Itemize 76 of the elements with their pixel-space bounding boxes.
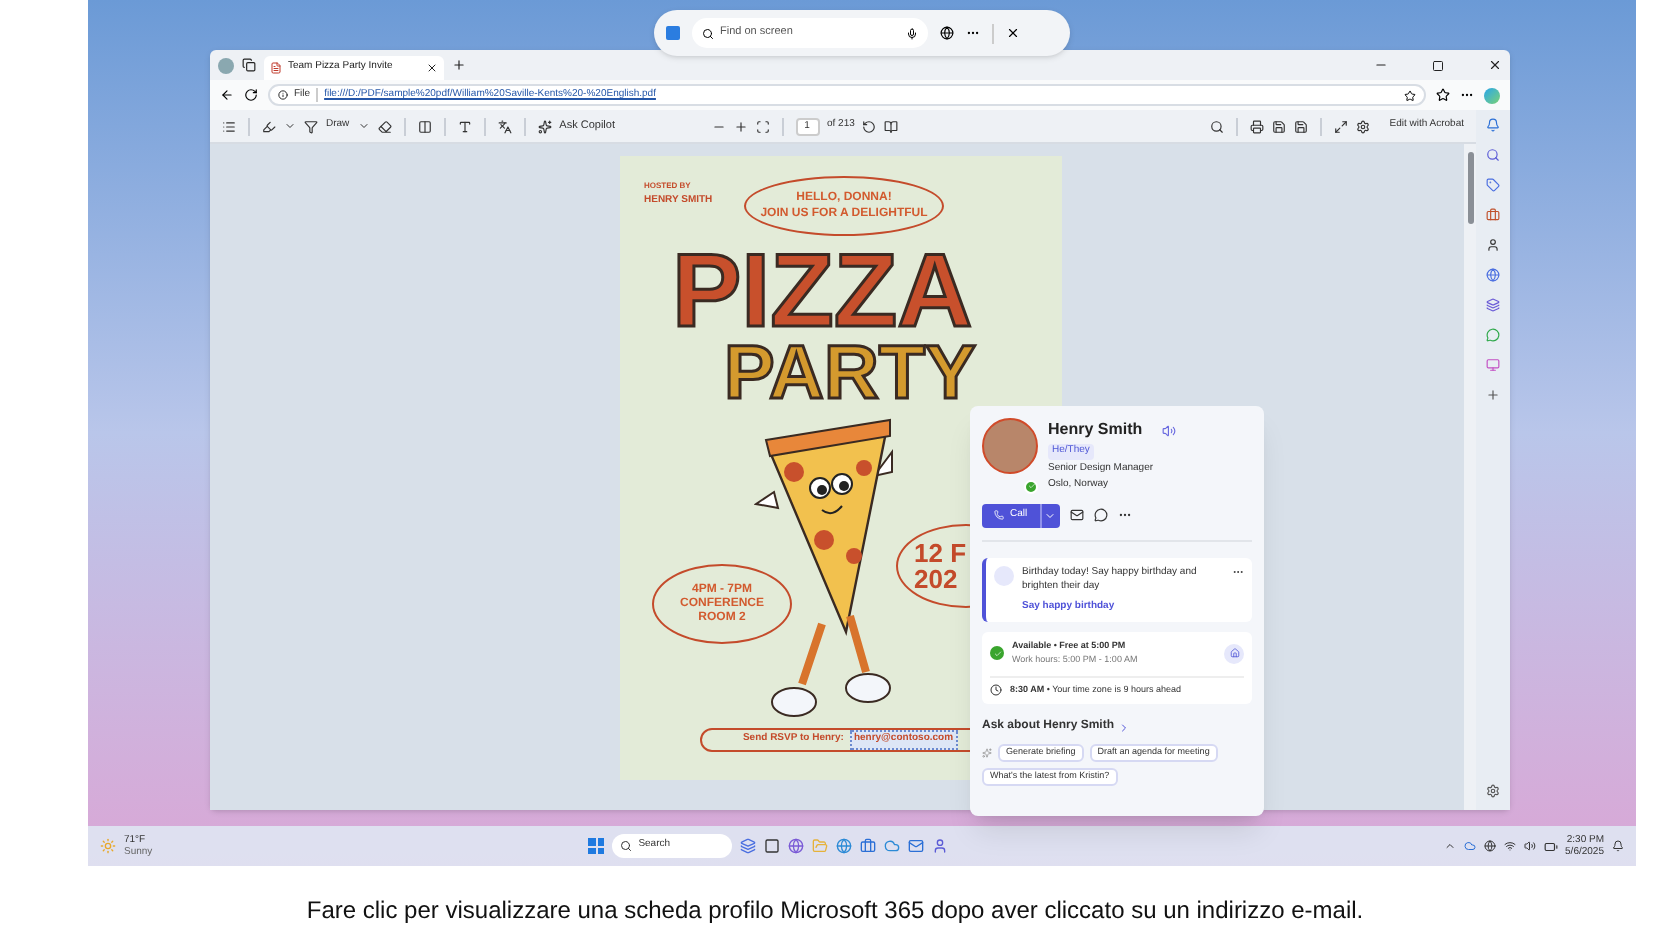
maximize-icon[interactable] xyxy=(1432,59,1444,71)
close-icon[interactable] xyxy=(426,62,438,74)
page-view-icon[interactable] xyxy=(417,119,432,133)
poster-text: 12 F xyxy=(914,540,967,566)
cloud-icon[interactable] xyxy=(1463,840,1476,852)
chevron-down-icon[interactable] xyxy=(284,120,296,132)
microphone-icon[interactable] xyxy=(906,27,918,39)
layers-icon[interactable] xyxy=(1486,298,1500,312)
chevron-down-icon[interactable] xyxy=(357,120,370,132)
refresh-icon[interactable] xyxy=(244,88,258,102)
birthday-icon xyxy=(994,565,1014,585)
windows-logo-icon[interactable] xyxy=(588,838,605,854)
favorite-star-icon[interactable] xyxy=(1404,89,1416,101)
rotate-icon[interactable] xyxy=(862,119,877,133)
chevron-up-icon[interactable] xyxy=(1443,840,1456,852)
add-icon[interactable] xyxy=(1486,388,1500,402)
clock-icon xyxy=(990,683,1002,696)
translate-icon[interactable] xyxy=(497,119,512,133)
chevron-down-icon xyxy=(1044,509,1057,521)
mail-icon[interactable] xyxy=(1069,508,1084,522)
more-icon[interactable] xyxy=(1117,508,1132,522)
favorites-icon[interactable] xyxy=(1436,88,1450,102)
contents-icon[interactable] xyxy=(222,119,236,133)
call-options-button[interactable] xyxy=(1039,503,1060,527)
tab-actions-icon[interactable] xyxy=(242,58,256,72)
info-icon xyxy=(278,90,288,100)
wifi-icon[interactable] xyxy=(1503,840,1516,852)
new-tab-icon[interactable] xyxy=(452,58,466,72)
close-icon[interactable] xyxy=(1006,26,1020,40)
people-icon[interactable] xyxy=(932,838,949,854)
scrollbar[interactable] xyxy=(1464,144,1476,810)
copilot-icon[interactable] xyxy=(537,119,552,133)
briefcase-icon[interactable] xyxy=(1486,208,1500,222)
close-icon[interactable] xyxy=(1488,58,1502,72)
settings-icon[interactable] xyxy=(1486,784,1500,798)
available-status-icon xyxy=(1024,479,1038,493)
print-icon[interactable] xyxy=(1249,119,1264,133)
save-as-icon[interactable] xyxy=(1293,119,1308,133)
settings-icon[interactable] xyxy=(1355,119,1370,133)
search-icon[interactable] xyxy=(1209,119,1224,133)
phone-icon xyxy=(994,510,1004,520)
available-status-icon xyxy=(990,646,1004,661)
person-icon[interactable] xyxy=(1486,238,1500,252)
bell-icon[interactable] xyxy=(1486,118,1500,132)
chat-icon[interactable] xyxy=(1093,508,1108,522)
globe-icon[interactable] xyxy=(940,26,954,40)
caption: Fare clic per visualizzare una scheda profilo Microsoft 365 dopo aver cliccato su un indirizzo e-mail. xyxy=(306,893,1364,927)
two-page-icon[interactable] xyxy=(884,119,899,133)
pdf-file-icon xyxy=(270,62,282,74)
save-icon[interactable] xyxy=(1271,119,1286,133)
fit-page-icon[interactable] xyxy=(755,119,769,133)
highlighter-icon[interactable] xyxy=(262,119,276,133)
zoom-in-icon[interactable] xyxy=(733,119,747,133)
speaker-icon[interactable] xyxy=(1162,423,1177,437)
eraser-icon[interactable] xyxy=(377,119,392,133)
sparkle-icon xyxy=(982,748,992,759)
back-icon[interactable] xyxy=(220,88,234,102)
search-icon[interactable] xyxy=(1486,148,1500,162)
battery-icon[interactable] xyxy=(1543,839,1558,853)
home-icon xyxy=(1224,643,1244,664)
search-icon xyxy=(702,27,714,39)
notification-icon[interactable] xyxy=(1612,840,1624,852)
app-logo-icon xyxy=(666,26,680,40)
task-view-icon[interactable] xyxy=(740,838,757,854)
minimize-icon[interactable] xyxy=(1374,58,1388,72)
expand-icon[interactable] xyxy=(1333,119,1348,133)
more-icon[interactable] xyxy=(966,26,980,40)
poster-text: 202 xyxy=(914,566,958,592)
globe-icon[interactable] xyxy=(1483,840,1496,852)
screen-icon[interactable] xyxy=(1486,358,1500,372)
cloud-icon[interactable] xyxy=(884,838,901,854)
more-icon[interactable] xyxy=(1460,88,1474,102)
tag-icon[interactable] xyxy=(1486,178,1500,192)
contact-name: Henry Smith xyxy=(1048,418,1143,442)
search-icon xyxy=(620,840,633,852)
volume-icon[interactable] xyxy=(1523,840,1536,852)
